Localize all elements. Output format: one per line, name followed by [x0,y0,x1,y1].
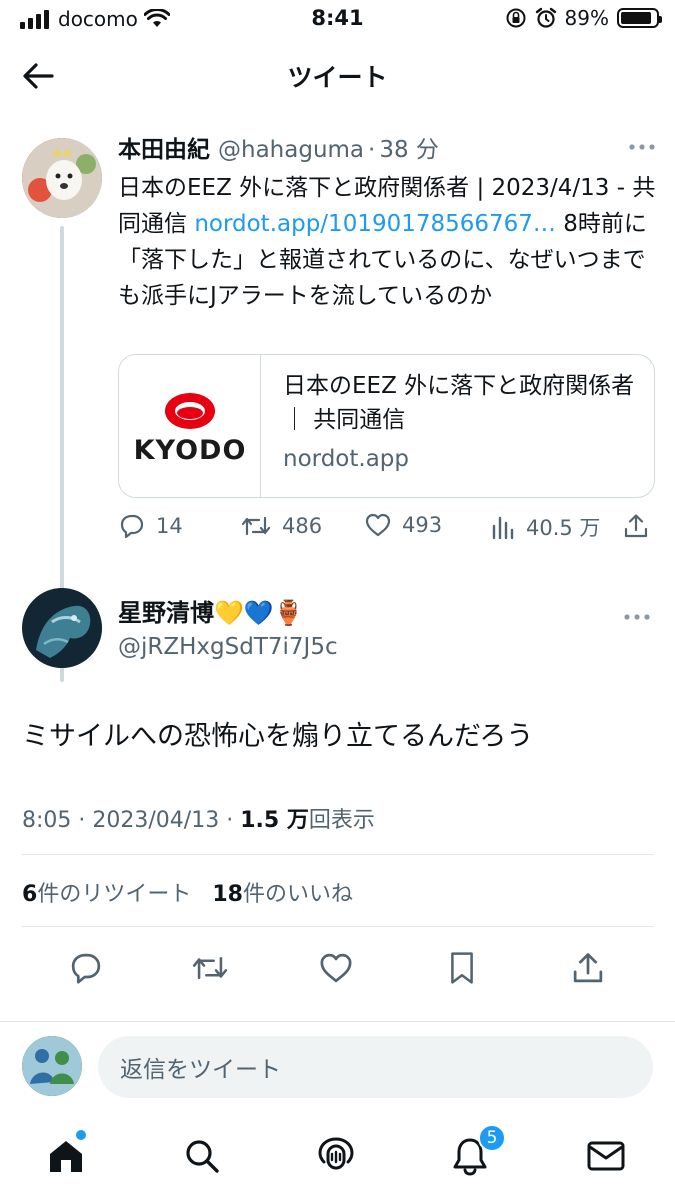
orientation-lock-icon [506,8,526,28]
battery-level-fill [621,12,652,24]
status-bar: docomo 8:41 89% [0,0,675,38]
tweet-text: 日本のEEZ 外に落下と政府関係者 | 2023/4/13 - 共同通信 nor… [118,170,658,314]
share-button[interactable] [568,948,608,988]
heart-icon [365,513,391,537]
bottom-tab-bar: 5 [0,1120,675,1200]
author-row: 本田由紀 @hahaguma · 38 分 [118,130,658,170]
engagement-stats: 6件のリツイート 18件のいいね [22,876,353,908]
home-icon [50,1141,82,1172]
tweet-actions [0,942,675,992]
card-logo-text: KYODO [133,435,247,466]
divider [22,854,654,855]
bookmark-icon [451,952,473,984]
share-button[interactable] [622,512,650,540]
card-title: 日本のEEZ 外に落下と政府関係者 ｜ 共同通信 [283,373,635,433]
reply-placeholder: 返信をツイート [120,1057,281,1083]
reply-count: 14 [156,514,183,538]
meta-dot: · [226,808,234,833]
retweet-button[interactable] [190,948,230,988]
tab-messages[interactable] [582,1132,630,1180]
reply-button[interactable] [66,948,106,988]
tab-search[interactable] [178,1132,226,1180]
tweet-text: ミサイルへの恐怖心を煽り立てるんだろう [22,721,534,752]
divider [0,1021,675,1022]
retweet-count: 486 [282,514,323,538]
tweet-date[interactable]: 2023/04/13 [92,808,219,833]
display-name[interactable]: 星野清博💛💙🏺 [118,596,338,630]
bar-chart-icon [492,516,514,540]
retweets-stat[interactable]: 6件のリツイート [22,882,191,907]
mail-icon [587,1141,625,1171]
avatar-image [22,1036,82,1096]
like-count: 493 [402,513,443,537]
card-domain: nordot.app [283,446,409,472]
like-button[interactable]: 493 [364,512,442,538]
more-options-button[interactable] [623,602,651,627]
separator-dot: · [368,137,376,163]
reply-button[interactable]: 14 [118,512,183,540]
avatar-image [22,138,102,218]
views-button[interactable]: 40.5 万 [490,512,600,542]
display-name[interactable]: 本田由紀 [118,137,210,163]
share-icon [624,514,648,538]
likes-stat[interactable]: 18件のいいね [212,882,353,907]
link-card[interactable]: KYODO 日本のEEZ 外に落下と政府関係者 ｜ 共同通信 nordot.ap… [118,354,655,498]
view-count: 40.5 万 [526,516,601,540]
spaces-microphone-icon [318,1137,354,1170]
battery-icon [617,8,662,28]
tweet-age[interactable]: 38 分 [379,137,439,163]
username[interactable]: @jRZHxgSdT7i7J5c [118,630,338,664]
new-content-dot [76,1130,86,1140]
retweet-label: 件のリツイート [37,882,192,907]
card-info: 日本のEEZ 外に落下と政府関係者 ｜ 共同通信 nordot.app [283,369,638,477]
view-count: 1.5 万 [240,808,309,833]
tweet-metadata: 8:05 · 2023/04/13 · 1.5 万回表示 [22,802,375,834]
reply-input[interactable]: 返信をツイート [98,1036,653,1098]
kyodo-logo-icon [165,393,215,429]
reply-icon [71,953,101,984]
tweet-link[interactable]: nordot.app/10190178566767… [194,211,556,237]
retweet-count: 6 [22,882,38,907]
heart-icon [320,953,352,983]
top-navigation: ツイート [0,40,675,110]
page-title: ツイート [287,63,388,92]
like-label: 件のいいね [242,882,353,907]
tab-spaces[interactable] [312,1132,360,1180]
search-icon [186,1140,219,1173]
view-label: 回表示 [308,808,375,833]
retweet-icon [192,957,228,979]
battery-percent: 89% [564,6,609,30]
avatar[interactable] [22,138,102,218]
reply-icon [120,514,144,539]
username[interactable]: @hahaguma [218,137,364,163]
meta-dot: · [78,808,86,833]
parent-tweet-body: 本田由紀 @hahaguma · 38 分 日本のEEZ 外に落下と政府関係者 | 2… [118,130,658,540]
tab-notifications[interactable]: 5 [446,1124,506,1180]
more-dots-icon [629,144,655,150]
tweet-actions: 14 486 493 40.5 万 [118,512,658,548]
avatar-image [22,588,102,668]
status-right: 89% [505,6,662,30]
author-block: 星野清博💛💙🏺 @jRZHxgSdT7i7J5c [118,596,338,664]
like-button[interactable] [316,948,356,988]
retweet-button[interactable]: 486 [240,512,322,540]
avatar[interactable] [22,588,102,668]
retweet-icon [241,516,271,536]
tweet-time[interactable]: 8:05 [22,808,71,833]
bookmark-button[interactable] [442,948,482,988]
card-thumbnail: KYODO [119,355,261,497]
notification-badge: 5 [478,1124,506,1152]
share-icon [573,953,603,983]
divider [22,926,654,927]
like-count: 18 [212,882,243,907]
alarm-icon [535,7,556,28]
tab-home[interactable] [42,1130,90,1180]
more-options-button[interactable] [628,132,656,157]
current-user-avatar[interactable] [22,1036,82,1096]
more-dots-icon [624,614,650,620]
